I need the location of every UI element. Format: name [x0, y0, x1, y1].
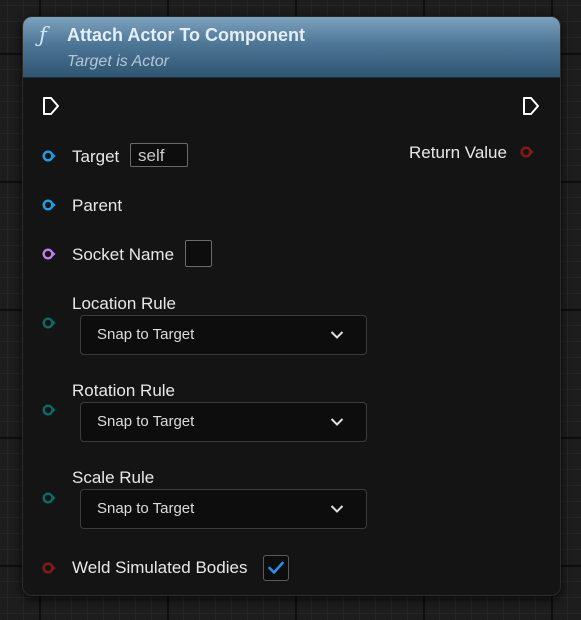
chevron-down-icon: [330, 330, 344, 340]
node-header[interactable]: ƒ Attach Actor To Component Target is Ac…: [23, 17, 560, 78]
location-rule-value: Snap to Target: [97, 326, 195, 343]
rotation-rule-pin[interactable]: [42, 404, 56, 416]
parent-label: Parent: [72, 196, 123, 215]
location-rule-pin[interactable]: [42, 317, 56, 329]
scale-rule-dropdown[interactable]: Snap to Target: [80, 489, 367, 529]
weld-simulated-bodies-label: Weld Simulated Bodies: [72, 558, 248, 577]
exec-output-pin[interactable]: [522, 96, 540, 116]
target-label: Target: [72, 147, 120, 166]
parent-pin[interactable]: [42, 199, 56, 211]
target-default-input[interactable]: self: [130, 143, 188, 167]
weld-simulated-bodies-checkbox[interactable]: [263, 555, 289, 581]
node-subtitle: Target is Actor: [67, 53, 169, 70]
socket-name-label: Socket Name: [72, 245, 175, 264]
location-rule-dropdown[interactable]: Snap to Target: [80, 315, 367, 355]
scale-rule-label: Scale Rule: [72, 468, 155, 487]
attach-actor-to-component-node[interactable]: ƒ Attach Actor To Component Target is Ac…: [22, 16, 561, 596]
node-title: Attach Actor To Component: [67, 25, 305, 45]
rotation-rule-value: Snap to Target: [97, 413, 195, 430]
function-icon: ƒ: [39, 23, 47, 47]
socket-name-input[interactable]: [185, 240, 212, 267]
target-pin[interactable]: [42, 150, 56, 162]
exec-input-pin[interactable]: [42, 96, 60, 116]
checkmark-icon: [268, 561, 284, 574]
return-value-label: Return Value: [409, 143, 507, 162]
return-value-pin[interactable]: [520, 146, 534, 158]
chevron-down-icon: [330, 417, 344, 427]
rotation-rule-dropdown[interactable]: Snap to Target: [80, 402, 367, 442]
scale-rule-pin[interactable]: [42, 492, 56, 504]
chevron-down-icon: [330, 504, 344, 514]
socket-name-pin[interactable]: [42, 248, 56, 260]
scale-rule-value: Snap to Target: [97, 500, 195, 517]
location-rule-label: Location Rule: [72, 294, 176, 313]
weld-simulated-bodies-pin[interactable]: [42, 562, 56, 574]
rotation-rule-label: Rotation Rule: [72, 381, 176, 400]
